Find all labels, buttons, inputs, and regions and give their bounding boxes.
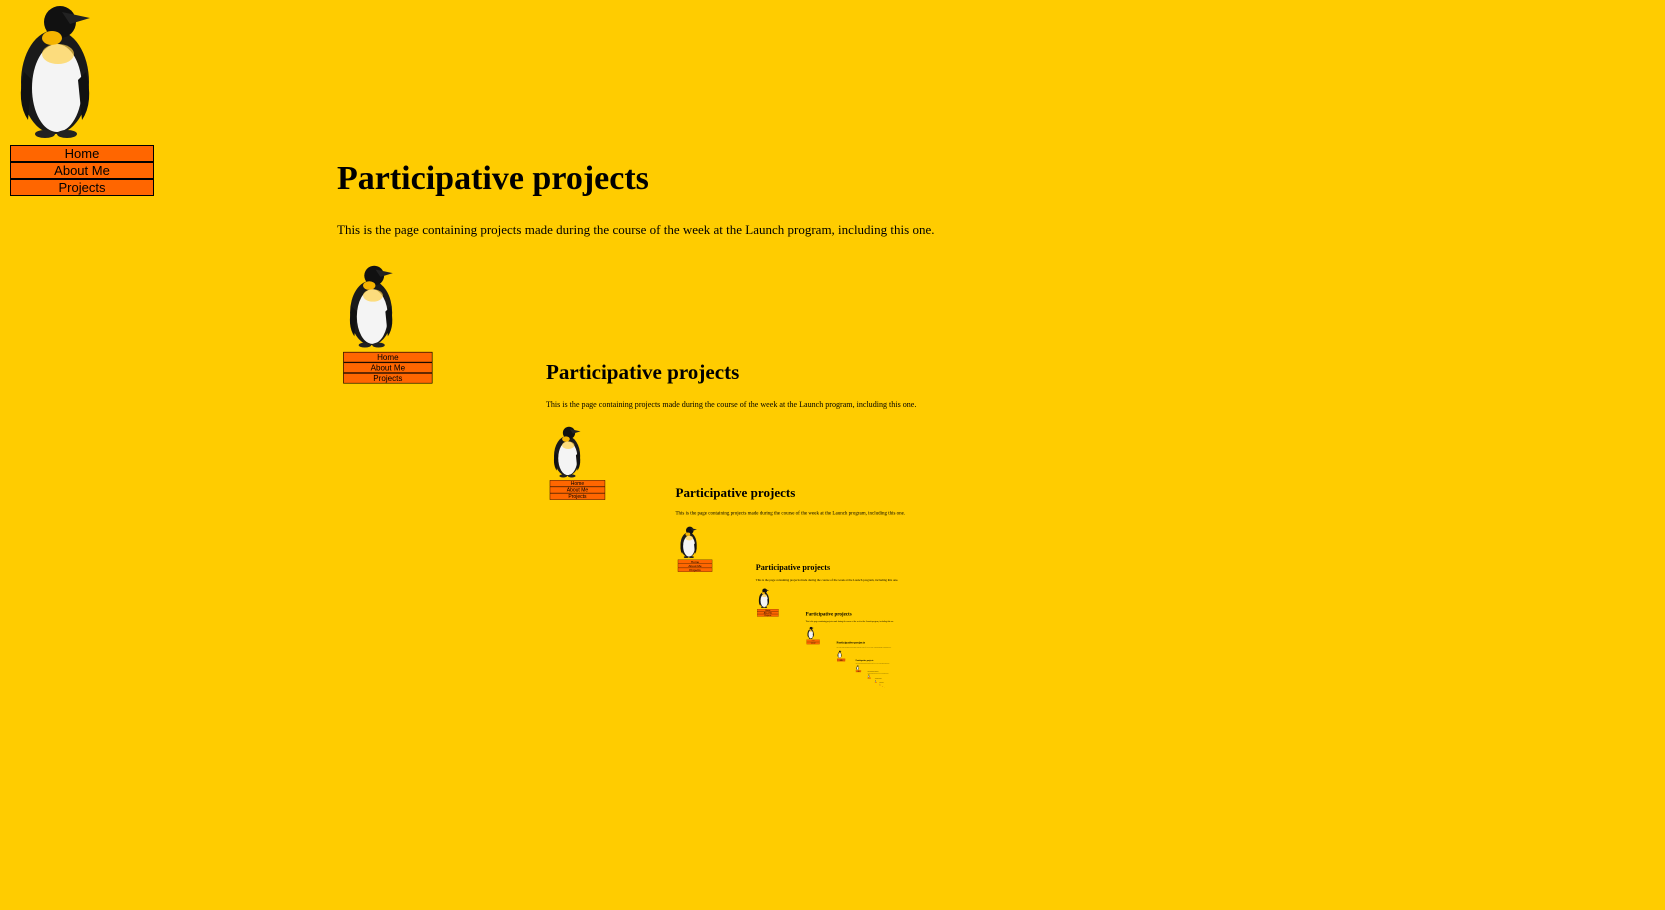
intro-text: This is the page containing projects mad… [855,662,890,664]
page-title: Participative projects [867,670,879,673]
intro-text: This is the page containing projects mad… [805,620,894,623]
main-nav: Home About Me Projects [806,639,820,645]
main-nav: Home About Me Projects [837,658,846,662]
page-title: Participative projects [805,611,852,617]
page-title: Participative projects [755,563,831,573]
main-nav: Home About Me Projects [855,670,862,673]
page-title: Participative projects [545,361,740,385]
main-nav: Home About Me Projects [677,559,713,572]
nav-projects-button[interactable]: Projects [343,372,433,384]
embedded-page-level-1: Home About Me Projects Participative pro… [337,262,1369,826]
embedded-page-level-8: Home About Me Projects Participative pro… [867,674,903,694]
main-nav: Home About Me Projects [343,351,433,384]
penguin-icon [680,526,697,559]
penguin-icon [553,426,581,478]
main-nav: Home About Me Projects [549,480,606,500]
page-frame: Home About Me Projects Participative pro… [0,0,1665,910]
embedded-page-level-6: Home About Me Projects Participative pro… [836,650,931,702]
main-nav: Home About Me Projects [867,677,871,679]
nav-projects-button[interactable]: Projects [855,671,862,673]
nav-projects-button[interactable]: Projects [549,493,606,500]
penguin-icon [20,6,90,138]
intro-text: This is the page containing projects mad… [755,578,899,582]
nav-projects-button[interactable]: Projects [837,660,846,662]
nav-home-button[interactable]: Home [10,145,154,162]
page-title: Participative projects [855,659,874,662]
embedded-page-level-5: Home About Me Projects Participative pro… [806,626,959,709]
intro-text: This is the page containing projects mad… [545,399,917,409]
nav-projects-button[interactable]: Projects [10,179,154,196]
nav-about-me-button[interactable]: About Me [10,162,154,179]
nav-projects-button[interactable]: Projects [806,642,820,645]
page-title: Participative projects [337,160,649,197]
nav-home-button[interactable]: Home [343,351,433,363]
main-nav: Home About Me Projects [874,682,877,683]
embedded-page-level-9: Home About Me Projects Participative pro… [874,680,898,692]
embedded-page-level-11: Home About Me Projects Participative pro… [882,685,891,691]
embedded-page-level-12: Home About Me Projects Participative pro… [884,687,889,690]
page-title: Participative projects [836,640,866,645]
penguin-icon [837,650,842,659]
nav-about-me-button[interactable]: About Me [343,362,433,373]
penguin-icon [758,588,770,608]
embedded-page-level-3: Home About Me Projects Participative pro… [675,525,1072,742]
penguin-icon [349,265,393,348]
page-title: Participative projects [675,485,796,501]
embedded-page-level-4: Home About Me Projects Participative pro… [756,588,1002,722]
embedded-page-level-2: Home About Me Projects Participative pro… [546,424,1186,774]
penguin-icon [807,626,814,639]
intro-text: This is the page containing projects mad… [836,646,892,649]
embedded-page-level-10: Home About Me Projects Participative pro… [879,683,893,692]
embedded-page-level-7: Home About Me Projects Participative pro… [855,665,915,697]
nav-projects-button[interactable]: Projects [677,567,713,572]
nav-projects-button[interactable]: Projects [757,614,779,617]
intro-text: This is the page containing projects mad… [675,509,906,516]
main-nav: Home About Me Projects [757,609,779,617]
main-nav: Home About Me Projects [10,145,154,196]
intro-text: This is the page containing projects mad… [337,222,935,237]
